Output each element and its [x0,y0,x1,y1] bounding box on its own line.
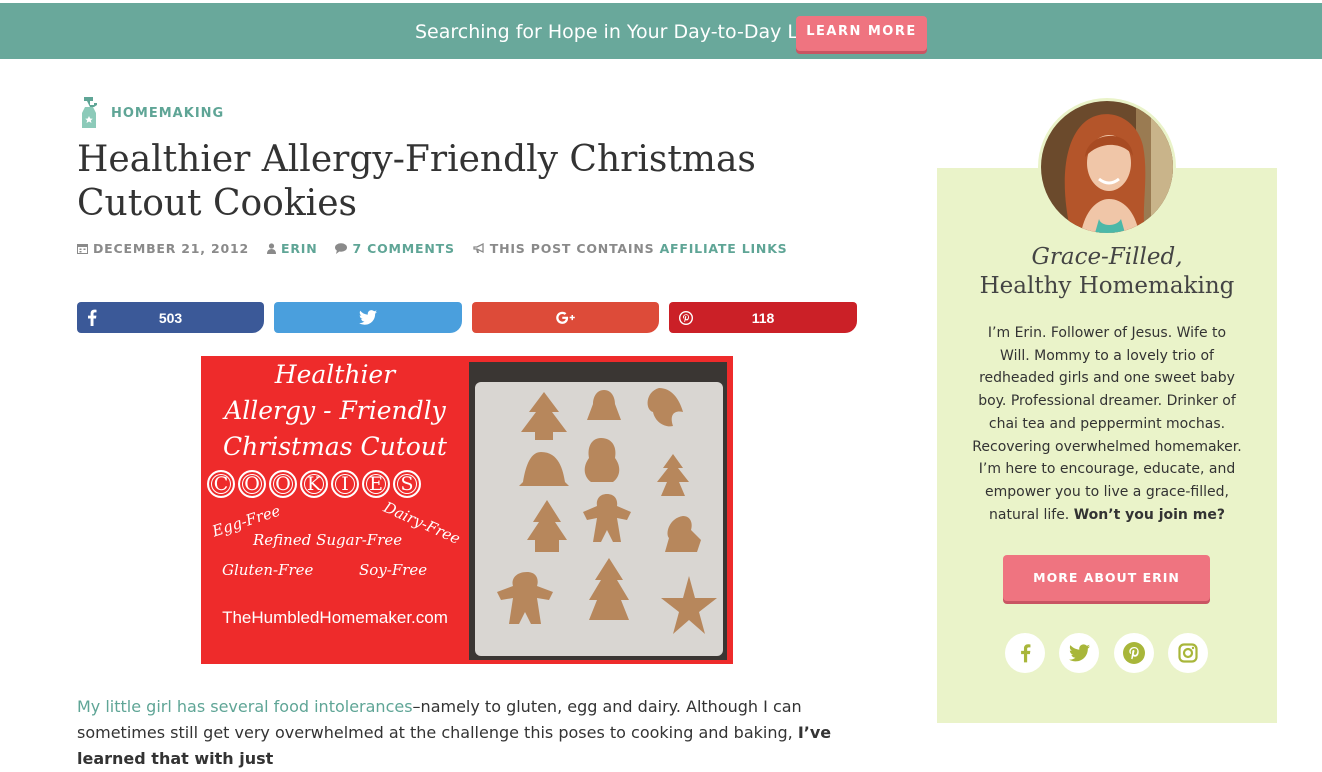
sidebar-facebook-link[interactable] [1005,633,1045,673]
pinterest-icon [1123,642,1145,664]
announcement-text: Searching for Hope in Your Day-to-Day Li… [415,21,832,43]
post-date-text: DECEMBER 21, 2012 [93,241,249,256]
facebook-icon [1020,644,1030,663]
hero-site-name: TheHumbledHomemaker.com [222,608,448,627]
bio-bold-text: Won’t you join me? [1073,506,1225,523]
hero-letter: O [238,470,266,498]
facebook-share-button[interactable]: 503 [77,302,264,333]
author-photo [1041,101,1173,233]
post-intro-paragraph: My little girl has several food intolera… [77,694,867,772]
sidebar-title: Healthy Homemaking [979,273,1235,299]
twitter-icon [1068,644,1090,662]
sidebar-twitter-link[interactable] [1059,633,1099,673]
post-author: ERIN [267,241,317,256]
hero-tag-gluten-free: Gluten-Free [222,561,314,579]
pinterest-share-button[interactable]: 118 [669,302,857,333]
bio-text: I’m Erin. Follower of Jesus. Wife to Wil… [972,325,1242,523]
google-plus-icon [556,311,575,324]
hero-letter: C [207,470,235,498]
hero-letter: I [331,470,359,498]
bullhorn-icon [473,243,484,254]
hero-line-2: Allergy - Friendly [224,396,446,425]
spray-bottle-icon [82,97,97,128]
hero-cookies-letters: C O O K I E S [207,470,424,498]
twitter-icon [359,310,377,325]
calendar-icon [77,244,88,254]
food-intolerances-link[interactable]: My little girl has several food intolera… [77,697,413,716]
hero-text-panel: Healthier Allergy - Friendly Christmas C… [201,356,469,664]
hero-tag-soy-free: Soy-Free [359,561,428,579]
instagram-icon [1178,643,1198,663]
user-icon [267,243,276,254]
hero-letter: E [362,470,390,498]
author-link[interactable]: ERIN [281,241,317,256]
sidebar-pinterest-link[interactable] [1114,633,1154,673]
post-meta: DECEMBER 21, 2012 ERIN 7 COMMENTS THIS P… [77,241,787,256]
sidebar-title-italic: Grace-Filled, [1031,244,1183,270]
recipe-hero-image: Healthier Allergy - Friendly Christmas C… [201,356,733,664]
google-plus-share-button[interactable] [472,302,659,333]
affiliate-links-link[interactable]: AFFILIATE LINKS [660,241,788,256]
hero-letter: O [269,470,297,498]
announcement-bar: Searching for Hope in Your Day-to-Day Li… [0,3,1322,59]
comment-icon [335,243,348,254]
post-category: HOMEMAKING [78,97,224,129]
sidebar-bio: I’m Erin. Follower of Jesus. Wife to Wil… [972,322,1242,526]
comments-link[interactable]: 7 COMMENTS [352,241,454,256]
author-avatar [1041,101,1173,233]
more-about-erin-button[interactable]: MORE ABOUT ERIN [1003,555,1210,601]
affiliate-notice: THIS POST CONTAINS AFFILIATE LINKS [473,241,788,256]
hero-tag-refined-sugar-free: Refined Sugar-Free [253,531,403,549]
hero-line-3: Christmas Cutout [223,432,447,461]
sidebar-instagram-link[interactable] [1168,633,1208,673]
affiliate-prefix: THIS POST CONTAINS [489,241,655,256]
pinterest-share-count: 118 [751,310,775,326]
learn-more-button[interactable]: LEARN MORE [796,16,927,51]
facebook-share-count: 503 [158,310,183,326]
hero-line-1: Healthier [274,360,396,389]
hero-letter: K [300,470,328,498]
post-date: DECEMBER 21, 2012 [77,241,249,256]
post-comments: 7 COMMENTS [335,241,454,256]
hero-letter: S [393,470,421,498]
cookies-on-tray-photo [469,362,727,660]
post-title: Healthier Allergy-Friendly Christmas Cut… [77,139,756,224]
twitter-share-button[interactable] [274,302,462,333]
category-link[interactable]: HOMEMAKING [111,106,224,121]
